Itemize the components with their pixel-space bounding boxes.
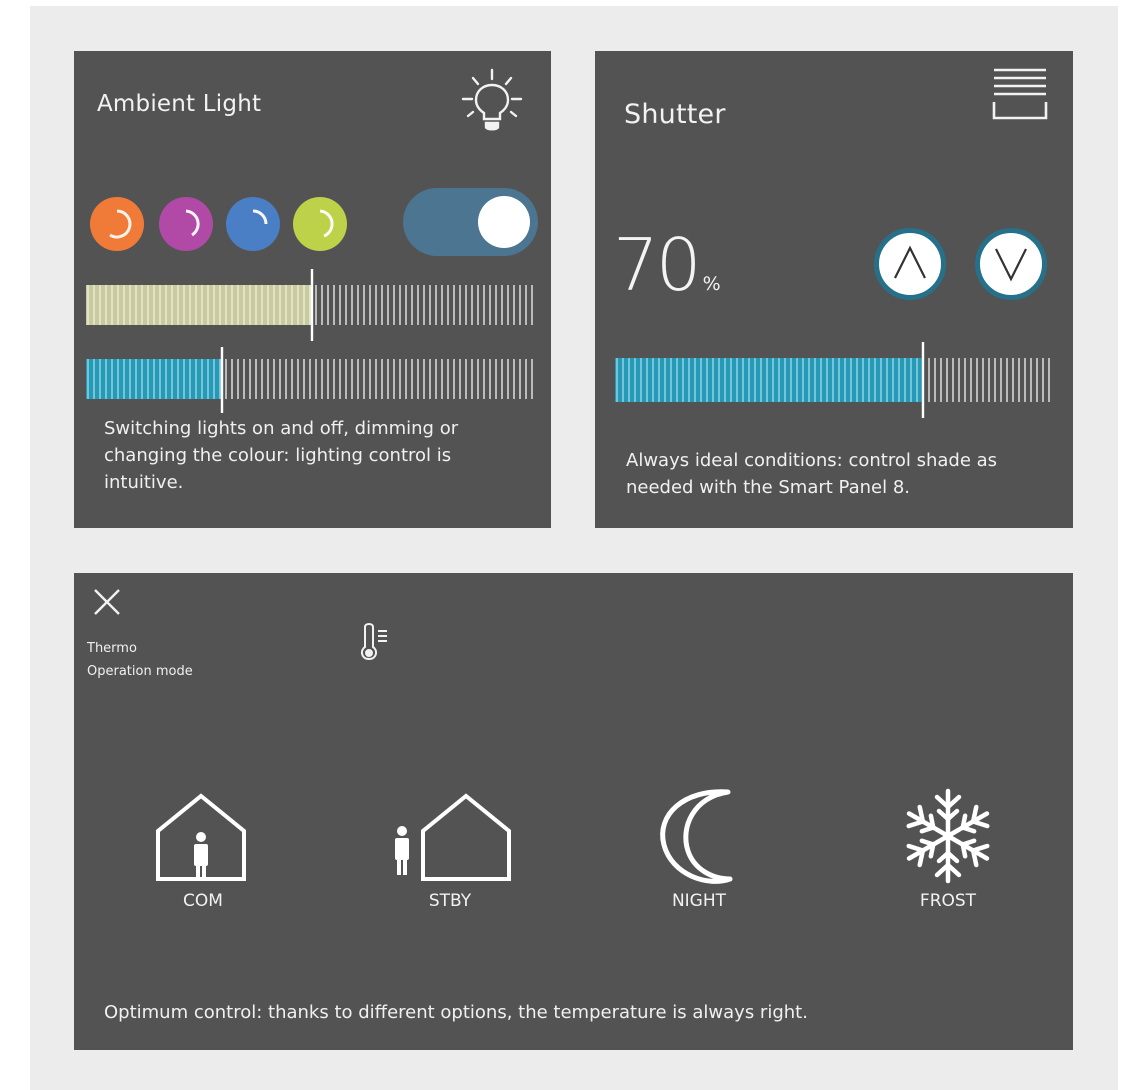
mode-com-button[interactable]: COM: [140, 787, 280, 917]
snowflake-icon: [906, 788, 990, 884]
swatch-arc-icon: [185, 209, 200, 237]
shutter-panel: Shutter 70% Always ideal conditions: con…: [595, 51, 1073, 528]
close-icon[interactable]: [92, 587, 122, 617]
slider-fill: [615, 358, 923, 402]
color-swatch-orange[interactable]: [90, 197, 144, 251]
color-swatch-blue[interactable]: [226, 197, 280, 251]
thermometer-icon: [360, 623, 387, 661]
swatch-arc-icon: [319, 209, 334, 238]
thermo-title: Thermo: [87, 641, 137, 656]
moon-icon: [660, 789, 733, 884]
shutter-caption: Always ideal conditions: control shade a…: [626, 450, 998, 498]
mode-night-button[interactable]: NIGHT: [629, 787, 769, 917]
ambient-light-panel: Ambient Light Switching lights on and of…: [74, 51, 551, 528]
power-toggle[interactable]: [403, 188, 538, 256]
shutter-position-readout: 70%: [613, 223, 721, 307]
chevron-up-icon: [894, 245, 926, 279]
dimmer-slider[interactable]: [86, 269, 538, 341]
person-beside-house-icon: [395, 793, 511, 881]
mode-com-label: COM: [183, 891, 223, 911]
color-swatch-green[interactable]: [293, 197, 347, 251]
mode-stby-button[interactable]: STBY: [380, 787, 520, 917]
swatch-arc-icon: [109, 209, 132, 239]
thermo-panel: Thermo Operation mode COM STBY NIGHT FRO…: [74, 573, 1073, 1050]
shutter-unit: %: [702, 273, 721, 295]
color-temperature-slider[interactable]: [86, 347, 538, 413]
thermo-caption: Optimum control: thanks to different opt…: [104, 1002, 808, 1023]
mode-frost-button[interactable]: FROST: [877, 787, 1017, 917]
shutter-up-button[interactable]: [874, 228, 946, 300]
swatch-arc-icon: [252, 209, 268, 225]
toggle-knob: [478, 196, 530, 248]
shutter-value: 70: [613, 223, 702, 307]
thermo-subtitle: Operation mode: [87, 664, 193, 679]
shutter-down-button[interactable]: [975, 228, 1047, 300]
color-swatch-purple[interactable]: [159, 197, 213, 251]
mode-frost-label: FROST: [919, 891, 977, 911]
chevron-down-icon: [995, 248, 1027, 282]
house-with-person-icon: [156, 793, 246, 881]
shutter-position-slider[interactable]: [615, 330, 1055, 418]
ambient-light-caption: Switching lights on and off, dimming or …: [104, 418, 459, 493]
mode-night-label: NIGHT: [671, 891, 727, 911]
ambient-light-title: Ambient Light: [97, 91, 262, 117]
mode-stby-label: STBY: [428, 891, 472, 911]
slider-fill: [86, 285, 312, 325]
lightbulb-icon[interactable]: [460, 67, 524, 133]
shutter-icon[interactable]: [991, 66, 1049, 124]
shutter-title: Shutter: [624, 99, 726, 130]
